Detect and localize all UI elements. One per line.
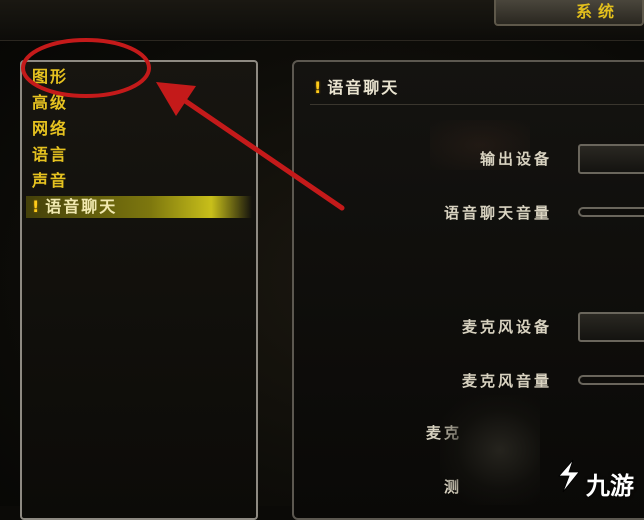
title-divider [310, 104, 644, 105]
voice-chat-volume-slider[interactable] [578, 207, 644, 217]
tab-system[interactable]: 系统 [494, 0, 644, 26]
menu-item-voice-chat-label: 语音聊天 [45, 197, 118, 216]
menu-item-advanced[interactable]: 高级 [32, 92, 68, 114]
section-title: ! 语音聊天 [314, 76, 399, 100]
menu-item-language[interactable]: 语言 [32, 144, 68, 166]
image-glare [440, 395, 540, 505]
watermark-brand: 九游 [586, 472, 634, 500]
menu-item-sound[interactable]: 声音 [32, 170, 68, 192]
exclamation-icon: ! [32, 197, 42, 216]
exclamation-icon: ! [314, 78, 324, 97]
voice-chat-volume-label: 语音聊天音量 [443, 204, 552, 222]
menu-item-graphics[interactable]: 图形 [32, 66, 68, 88]
output-device-dropdown[interactable] [578, 144, 644, 174]
output-device-label: 输出设备 [479, 150, 552, 168]
microphone-device-label: 麦克风设备 [461, 318, 552, 336]
microphone-volume-slider[interactable] [578, 375, 644, 385]
top-bar: 系统 [0, 0, 644, 41]
section-title-label: 语音聊天 [327, 78, 400, 97]
microphone-device-dropdown[interactable] [578, 312, 644, 342]
menu-item-voice-chat[interactable]: ! 语音聊天 [26, 196, 252, 218]
microphone-volume-label: 麦克风音量 [461, 372, 552, 390]
menu-item-network[interactable]: 网络 [32, 118, 68, 140]
category-list-panel: 图形 高级 网络 语言 声音 ! 语音聊天 [20, 60, 258, 520]
